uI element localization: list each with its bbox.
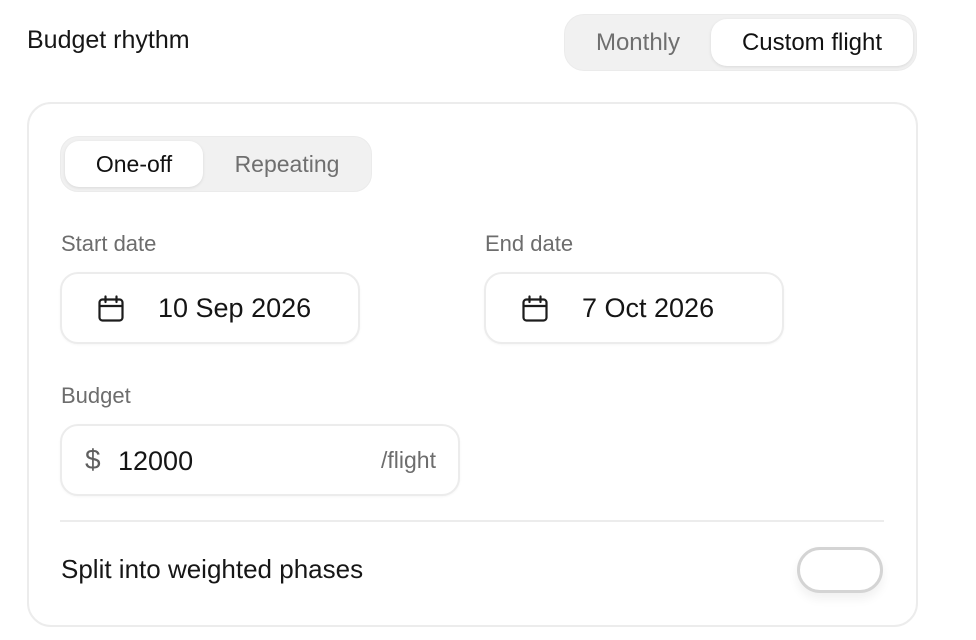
- divider: [60, 520, 884, 522]
- split-phases-toggle[interactable]: [797, 547, 883, 593]
- split-phases-label: Split into weighted phases: [61, 554, 364, 584]
- tab-one-off[interactable]: One-off: [65, 141, 203, 187]
- frequency-segmented-control: One-off Repeating: [60, 136, 372, 192]
- end-date-value: 7 Oct 2026: [582, 293, 715, 323]
- rhythm-segmented-control: Monthly Custom flight: [564, 14, 917, 71]
- currency-symbol: $: [85, 444, 101, 475]
- section-title: Budget rhythm: [27, 26, 190, 54]
- end-date-label: End date: [485, 231, 574, 256]
- budget-suffix: /flight: [381, 447, 436, 473]
- budget-rhythm-panel: Budget rhythm Monthly Custom flight One-…: [0, 0, 976, 640]
- start-date-value: 10 Sep 2026: [158, 293, 312, 323]
- budget-field: $ /flight: [60, 424, 460, 496]
- budget-input[interactable]: [118, 444, 358, 478]
- tab-repeating[interactable]: Repeating: [203, 137, 371, 191]
- budget-label: Budget: [61, 383, 131, 408]
- end-date-field[interactable]: 7 Oct 2026: [484, 272, 784, 344]
- tab-monthly[interactable]: Monthly: [565, 15, 711, 70]
- calendar-icon: [522, 295, 548, 322]
- start-date-field[interactable]: 10 Sep 2026: [60, 272, 360, 344]
- tab-custom-flight[interactable]: Custom flight: [711, 19, 913, 66]
- start-date-label: Start date: [61, 231, 157, 256]
- calendar-icon: [98, 295, 124, 322]
